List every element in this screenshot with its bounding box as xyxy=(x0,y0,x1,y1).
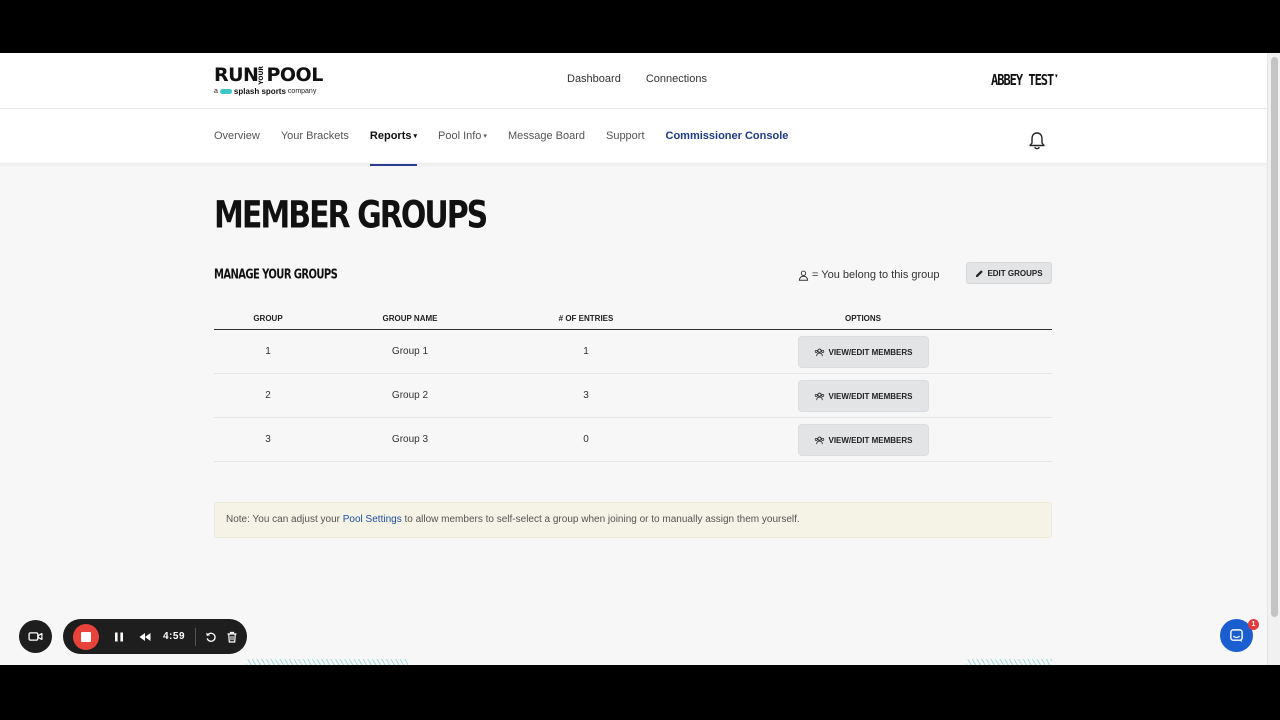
cell-group-name: Group 1 xyxy=(391,346,429,357)
users-icon xyxy=(815,348,825,356)
groups-table: GROUP GROUP NAME # OF ENTRIES OPTIONS 1 G… xyxy=(214,306,1052,462)
logo-wordmark: RUN YOUR POOL xyxy=(214,65,323,85)
table-header: GROUP GROUP NAME # OF ENTRIES OPTIONS xyxy=(214,306,1052,330)
caret-down-icon: ▾ xyxy=(1054,71,1058,81)
pool-nav: Overview Your Brackets Reports ▾ Pool Info ▾ M… xyxy=(0,109,1267,166)
view-edit-members-button[interactable]: VIEW/EDIT MEMBERS xyxy=(798,336,929,368)
nav-label: Pool Info xyxy=(438,130,482,142)
edit-groups-button[interactable]: EDIT GROUPS xyxy=(966,262,1052,284)
nav-label: Support xyxy=(605,130,645,142)
legend-text: = You belong to this group xyxy=(812,269,940,281)
logo-your: YOUR xyxy=(258,65,266,85)
splash-drop-icon xyxy=(219,89,232,94)
cell-group-name: Group 3 xyxy=(391,434,429,445)
users-icon xyxy=(815,392,825,400)
nav-commissioner-console[interactable]: Commissioner Console xyxy=(666,130,789,142)
cell-group: 3 xyxy=(265,434,271,445)
page-scrollbar[interactable] xyxy=(1267,53,1280,665)
pool-settings-note: Note: You can adjust your Pool Settings … xyxy=(214,502,1052,538)
restart-icon[interactable] xyxy=(205,631,217,643)
trash-icon[interactable] xyxy=(226,631,238,643)
pool-settings-link[interactable]: Pool Settings xyxy=(343,514,402,525)
logo-pool: POOL xyxy=(266,64,323,86)
logo-brand: splash sports xyxy=(233,87,286,96)
user-icon xyxy=(798,270,809,281)
section-title: MANAGE YOUR GROUPS xyxy=(214,268,338,283)
cell-group-name: Group 2 xyxy=(391,390,429,401)
nav-overview[interactable]: Overview xyxy=(214,130,260,142)
stop-recording-button[interactable] xyxy=(73,623,99,650)
nav-message-board[interactable]: Message Board xyxy=(508,130,585,142)
header-group: GROUP xyxy=(253,314,283,323)
caret-down-icon: ▾ xyxy=(413,133,417,141)
stop-icon xyxy=(81,631,91,642)
chat-unread-badge: 1 xyxy=(1248,619,1259,630)
nav-your-brackets[interactable]: Your Brackets xyxy=(281,130,349,142)
nav-label: Your Brackets xyxy=(280,130,349,142)
recorder-camera-button[interactable] xyxy=(19,620,52,653)
view-edit-members-button[interactable]: VIEW/EDIT MEMBERS xyxy=(798,380,929,412)
note-text-after: to allow members to self-select a group … xyxy=(404,514,800,525)
table-body: 1 Group 1 1 VIEW/EDIT MEMBERS 2 Group 2 3 VIEW/… xyxy=(214,330,1052,462)
nav-reports[interactable]: Reports ▾ xyxy=(369,130,418,166)
note-text-before: Note: You can adjust your xyxy=(226,514,340,525)
video-camera-icon xyxy=(28,632,43,641)
scrollbar-thumb[interactable] xyxy=(1271,57,1278,617)
runyourpool-logo[interactable]: RUN YOUR POOL a splash sports company xyxy=(214,65,323,96)
top-header: RUN YOUR POOL a splash sports company Dash… xyxy=(0,53,1267,109)
logo-tagline-prefix: a xyxy=(214,88,218,95)
cell-entries: 0 xyxy=(583,434,589,445)
nav-pool-info[interactable]: Pool Info ▾ xyxy=(438,130,487,142)
view-edit-members-button[interactable]: VIEW/EDIT MEMBERS xyxy=(798,424,929,456)
recorder-divider xyxy=(195,627,197,646)
connections-link[interactable]: Connections xyxy=(646,73,707,85)
rewind-icon[interactable] xyxy=(139,631,151,643)
user-menu[interactable]: ABBEY TEST▾ xyxy=(991,71,1059,89)
pause-icon[interactable] xyxy=(113,631,125,643)
cell-group: 2 xyxy=(265,390,271,401)
page-title: MEMBER GROUPS xyxy=(214,193,488,238)
table-row: 2 Group 2 3 VIEW/EDIT MEMBERS xyxy=(214,374,1052,418)
letterbox-top xyxy=(0,0,1280,53)
pool-nav-items: Overview Your Brackets Reports ▾ Pool Info ▾ M… xyxy=(214,130,789,166)
logo-run: RUN xyxy=(214,64,259,86)
edit-groups-label: EDIT GROUPS xyxy=(987,268,1043,278)
nav-label: Overview xyxy=(214,130,260,142)
browser-viewport: RUN YOUR POOL a splash sports company Dash… xyxy=(0,53,1280,665)
top-links: Dashboard Connections xyxy=(567,73,707,85)
recorder-controls: 4:59 xyxy=(63,619,247,654)
recording-timer: 4:59 xyxy=(163,631,186,642)
header-entries: # OF ENTRIES xyxy=(558,314,614,323)
table-row: 1 Group 1 1 VIEW/EDIT MEMBERS xyxy=(214,330,1052,374)
caret-down-icon: ▾ xyxy=(483,133,487,141)
users-icon xyxy=(815,436,825,444)
notification-bell-icon[interactable] xyxy=(1028,131,1046,151)
header-group-name: GROUP NAME xyxy=(382,314,438,323)
user-name: ABBEY TEST xyxy=(991,71,1054,89)
pencil-icon xyxy=(976,269,984,277)
nav-label: Message Board xyxy=(507,130,585,142)
nav-label: Reports xyxy=(369,130,412,142)
nav-label: Commissioner Console xyxy=(665,130,789,142)
cell-entries: 1 xyxy=(583,346,589,357)
nav-support[interactable]: Support xyxy=(606,130,645,142)
view-edit-members-label: VIEW/EDIT MEMBERS xyxy=(828,391,913,401)
letterbox-bottom xyxy=(0,665,1280,720)
header-options: OPTIONS xyxy=(844,314,882,323)
cell-group: 1 xyxy=(265,346,271,357)
table-row: 3 Group 3 0 VIEW/EDIT MEMBERS xyxy=(214,418,1052,462)
dashboard-link[interactable]: Dashboard xyxy=(567,73,621,85)
logo-tagline: a splash sports company xyxy=(214,87,323,96)
chat-icon xyxy=(1230,629,1243,643)
membership-legend: = You belong to this group xyxy=(798,269,940,281)
view-edit-members-label: VIEW/EDIT MEMBERS xyxy=(828,347,913,357)
logo-tagline-suffix: company xyxy=(287,88,317,95)
cell-entries: 3 xyxy=(583,390,589,401)
view-edit-members-label: VIEW/EDIT MEMBERS xyxy=(828,435,913,445)
